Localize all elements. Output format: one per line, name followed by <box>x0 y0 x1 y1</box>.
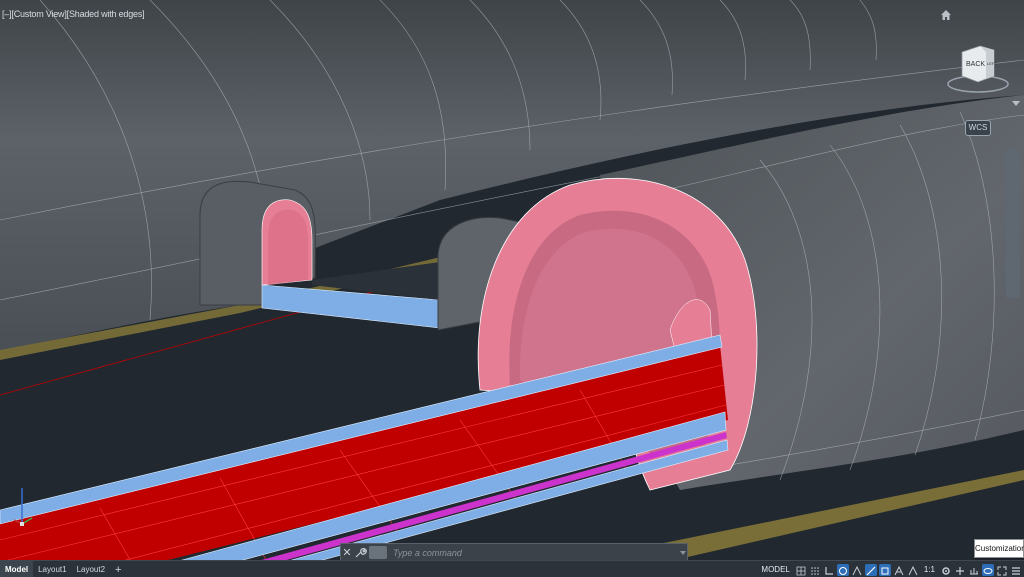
isodraft-icon[interactable] <box>851 564 863 576</box>
viewport-controls-label[interactable]: [–][Custom View][Shaded with edges] <box>2 9 145 19</box>
viewcube-face-left: LEFT <box>987 61 997 66</box>
units-icon[interactable] <box>968 564 980 576</box>
polar-tracking-icon[interactable] <box>836 563 849 576</box>
autocad-window: [–][Custom View][Shaded with edges] BACK… <box>0 0 1024 577</box>
ortho-icon[interactable] <box>823 564 835 576</box>
tab-layout2[interactable]: Layout2 <box>72 561 110 577</box>
command-input[interactable] <box>387 544 679 561</box>
wrench-icon[interactable] <box>353 547 367 559</box>
status-tools: MODEL 1:1 <box>758 561 1022 577</box>
auto-scale-icon[interactable] <box>907 564 919 576</box>
customization-tooltip: Customization <box>974 539 1024 558</box>
viewcube-face-back: BACK <box>966 61 985 68</box>
snap-icon[interactable] <box>809 564 821 576</box>
isolate-objects-icon[interactable] <box>982 563 994 576</box>
annotation-visibility-icon[interactable] <box>893 564 905 576</box>
ucs-icon <box>13 488 33 526</box>
object-snap-icon[interactable] <box>878 563 891 576</box>
model-viewport[interactable] <box>0 0 1024 577</box>
command-prompt-icon[interactable] <box>369 546 387 559</box>
annotation-scale[interactable]: 1:1 <box>921 565 938 574</box>
status-bar: Model Layout1 Layout2 + MODEL 1:1 <box>0 560 1024 577</box>
customization-menu-icon[interactable] <box>1010 564 1022 576</box>
command-line-grip-icon[interactable] <box>679 545 687 560</box>
command-line-close-icon[interactable]: ✕ <box>341 546 353 559</box>
plus-icon[interactable] <box>954 564 966 576</box>
wcs-menu-button[interactable]: WCS <box>965 120 991 136</box>
model-space-toggle[interactable]: MODEL <box>758 565 792 574</box>
fullscreen-icon[interactable] <box>996 564 1008 576</box>
grid-icon[interactable] <box>795 564 807 576</box>
tab-model[interactable]: Model <box>0 561 34 577</box>
tab-layout1[interactable]: Layout1 <box>33 561 71 577</box>
add-layout-button[interactable]: + <box>110 564 126 576</box>
navigation-bar[interactable] <box>1006 150 1020 298</box>
viewcube[interactable]: BACK LEFT <box>946 40 1010 100</box>
object-snap-tracking-icon[interactable] <box>864 563 877 576</box>
gear-icon[interactable] <box>940 564 952 576</box>
viewcube-menu-icon[interactable] <box>1012 100 1020 108</box>
home-icon[interactable] <box>939 8 953 22</box>
